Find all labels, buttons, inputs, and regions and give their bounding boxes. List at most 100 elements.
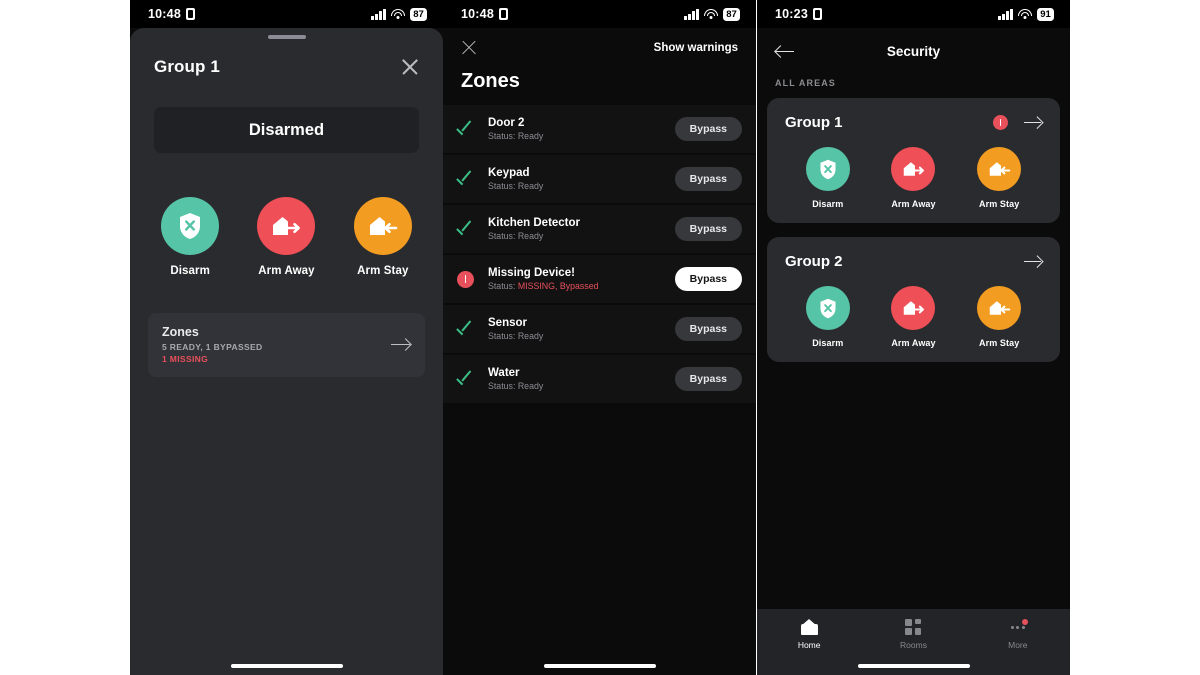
bypass-button[interactable]: Bypass xyxy=(674,317,742,341)
zones-card-missing: 1 MISSING xyxy=(162,354,209,364)
house-arrow-right-icon xyxy=(891,147,936,191)
phone-screen-security: 10:23 91 Security ALL AREAS Group 1 Disa… xyxy=(757,0,1070,675)
tab-rooms[interactable]: Rooms xyxy=(861,619,965,650)
bypass-button[interactable]: Bypass xyxy=(674,167,742,191)
home-indicator xyxy=(857,664,970,668)
cellular-signal-icon xyxy=(684,8,699,20)
bypass-button[interactable]: Bypass xyxy=(674,367,742,391)
shield-x-icon xyxy=(161,197,220,255)
group-title: Group 1 xyxy=(785,114,843,131)
lock-icon xyxy=(185,8,195,20)
mode-button-disarm[interactable]: Disarm xyxy=(805,286,850,348)
tab-label: Rooms xyxy=(900,640,927,650)
group-title: Group 2 xyxy=(785,253,843,270)
mode-button-arm-stay[interactable]: Arm Stay xyxy=(977,286,1022,348)
cellular-signal-icon xyxy=(998,8,1013,20)
group-card-1[interactable]: Group 1 Disarm Arm Away Arm Stay xyxy=(767,98,1060,223)
alert-icon xyxy=(993,115,1008,130)
mode-label: Arm Away xyxy=(891,338,936,348)
bypass-button[interactable]: Bypass xyxy=(674,217,742,241)
house-arrow-left-icon xyxy=(977,286,1022,330)
phone-screen-group-sheet: 10:48 87 Group 1 Disarmed Disarm Arm Awa… xyxy=(130,0,443,675)
zone-name: Water xyxy=(488,366,520,379)
phone-screen-zones-list: 10:48 87 Show warnings Zones Door 2 Stat… xyxy=(443,0,756,675)
zone-name: Kitchen Detector xyxy=(488,216,581,229)
bottom-sheet: Group 1 Disarmed Disarm Arm Away Arm Sta… xyxy=(130,28,443,675)
show-warnings-button[interactable]: Show warnings xyxy=(654,42,738,54)
battery-percent: 91 xyxy=(1037,7,1054,21)
chevron-right-icon[interactable] xyxy=(1024,255,1042,268)
check-icon xyxy=(457,173,474,186)
mode-label: Arm Away xyxy=(258,265,315,277)
mode-label: Disarm xyxy=(812,338,844,348)
close-icon[interactable] xyxy=(401,58,419,76)
status-bar-time: 10:23 xyxy=(775,7,808,21)
zone-name: Sensor xyxy=(488,316,527,329)
mode-button-arm-stay[interactable]: Arm Stay xyxy=(977,147,1022,209)
home-indicator xyxy=(543,664,656,668)
zones-summary-card[interactable]: Zones 5 READY, 1 BYPASSED 1 MISSING xyxy=(148,313,425,377)
close-icon[interactable] xyxy=(461,40,477,56)
zone-name: Door 2 xyxy=(488,116,525,129)
table-row[interactable]: Sensor Status: Ready Bypass xyxy=(443,305,756,353)
zone-name: Keypad xyxy=(488,166,530,179)
page-title: Zones xyxy=(461,70,520,92)
tab-home[interactable]: Home xyxy=(757,619,861,650)
home-icon xyxy=(800,619,818,635)
bypass-button[interactable]: Bypass xyxy=(674,117,742,141)
house-arrow-right-icon xyxy=(257,197,316,255)
status-bar-time: 10:48 xyxy=(461,7,494,21)
zone-status: Status: Ready xyxy=(488,131,544,142)
status-bar: 10:48 87 xyxy=(443,0,756,28)
mode-button-arm-away[interactable]: Arm Away xyxy=(891,147,936,209)
mode-button-disarm[interactable]: Disarm xyxy=(805,147,850,209)
alert-icon xyxy=(457,270,474,288)
mode-label: Arm Stay xyxy=(979,199,1020,209)
nav-bar: Security xyxy=(757,28,1070,62)
page-title: Group 1 xyxy=(154,57,220,76)
zones-card-title: Zones xyxy=(162,325,199,339)
home-indicator xyxy=(230,664,343,668)
chevron-right-icon[interactable] xyxy=(1024,116,1042,129)
mode-button-disarm[interactable]: Disarm xyxy=(161,197,220,277)
zone-status: Status: MISSING, Bypassed xyxy=(488,281,599,292)
mode-label: Arm Away xyxy=(891,199,936,209)
house-arrow-left-icon xyxy=(977,147,1022,191)
mode-button-arm-away[interactable]: Arm Away xyxy=(891,286,936,348)
back-arrow-icon[interactable] xyxy=(775,44,795,59)
status-bar: 10:48 87 xyxy=(130,0,443,28)
table-row[interactable]: Kitchen Detector Status: Ready Bypass xyxy=(443,205,756,253)
mode-label: Disarm xyxy=(812,199,844,209)
armed-state-banner: Disarmed xyxy=(154,107,419,153)
section-label-all-areas: ALL AREAS xyxy=(775,78,836,88)
table-row[interactable]: Door 2 Status: Ready Bypass xyxy=(443,105,756,153)
table-row[interactable]: Water Status: Ready Bypass xyxy=(443,355,756,403)
zones-summary-text: Zones 5 READY, 1 BYPASSED 1 MISSING xyxy=(162,325,263,364)
mode-button-arm-away[interactable]: Arm Away xyxy=(257,197,316,277)
table-row[interactable]: Missing Device! Status: MISSING, Bypasse… xyxy=(443,255,756,303)
zone-status: Status: Ready xyxy=(488,231,544,242)
mode-label: Arm Stay xyxy=(979,338,1020,348)
shield-x-icon xyxy=(805,286,850,330)
group-card-2[interactable]: Group 2 Disarm Arm Away Arm Stay xyxy=(767,237,1060,362)
shield-x-icon xyxy=(805,147,850,191)
check-icon xyxy=(457,223,474,236)
table-row[interactable]: Keypad Status: Ready Bypass xyxy=(443,155,756,203)
tab-more[interactable]: More xyxy=(966,619,1070,650)
tab-label: More xyxy=(1008,640,1028,650)
zone-name: Missing Device! xyxy=(488,266,575,279)
lock-icon xyxy=(812,8,822,20)
battery-percent: 87 xyxy=(410,7,427,21)
cellular-signal-icon xyxy=(371,8,386,20)
bypass-button[interactable]: Bypass xyxy=(674,267,742,291)
tab-label: Home xyxy=(797,640,821,650)
zone-status: Status: Ready xyxy=(488,181,544,192)
status-bar: 10:23 91 xyxy=(757,0,1070,28)
mode-label: Disarm xyxy=(170,265,210,277)
mode-button-arm-stay[interactable]: Arm Stay xyxy=(353,197,412,277)
chevron-right-icon xyxy=(391,338,411,352)
check-icon xyxy=(457,123,474,136)
page-title: Security xyxy=(886,43,941,59)
check-icon xyxy=(457,323,474,336)
status-bar-time: 10:48 xyxy=(148,7,181,21)
